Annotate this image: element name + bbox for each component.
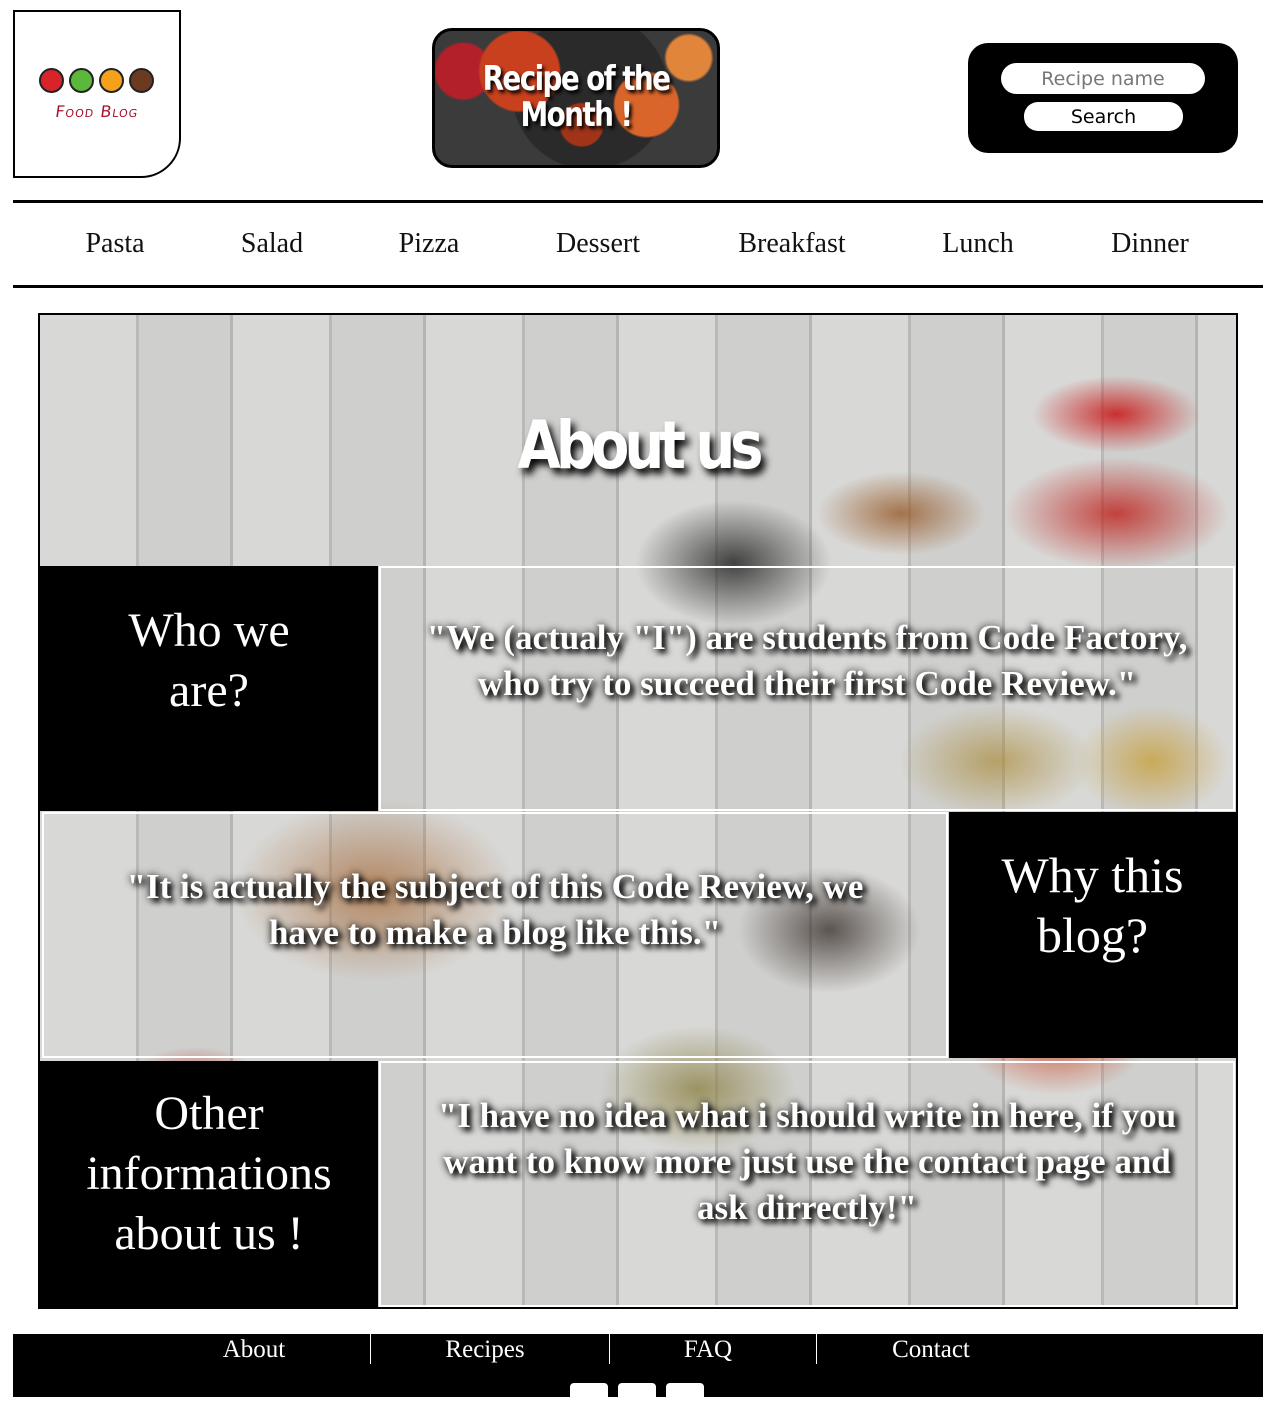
nav-item-salad[interactable]: Salad bbox=[241, 228, 303, 260]
other-info-heading: Other informations about us ! bbox=[40, 1061, 378, 1307]
search-button[interactable]: Search bbox=[1024, 102, 1183, 131]
recipe-of-the-month-title: Recipe of the Month ! bbox=[482, 59, 671, 135]
nav-item-pasta[interactable]: Pasta bbox=[85, 228, 144, 260]
instagram-icon[interactable] bbox=[666, 1383, 704, 1403]
footer-divider bbox=[370, 1334, 371, 1364]
who-we-are-heading: Who we are? bbox=[40, 566, 378, 811]
nav-item-breakfast[interactable]: Breakfast bbox=[738, 228, 845, 260]
recipe-of-the-month-banner[interactable]: Recipe of the Month ! bbox=[432, 28, 720, 168]
about-title: About us bbox=[517, 407, 764, 484]
who-we-are-heading-text: Who we are? bbox=[128, 604, 290, 717]
logo-icons bbox=[39, 68, 154, 93]
logo-brand-text: Food Blog bbox=[54, 102, 140, 121]
category-nav: Pasta Salad Pizza Dessert Breakfast Lunc… bbox=[13, 200, 1263, 288]
chili-icon bbox=[39, 68, 64, 93]
nav-item-lunch[interactable]: Lunch bbox=[942, 228, 1014, 260]
why-this-blog-heading-text: Why this blog? bbox=[1001, 847, 1184, 963]
footer-link-faq[interactable]: FAQ bbox=[648, 1336, 768, 1364]
why-this-blog-heading: Why this blog? bbox=[949, 812, 1236, 1058]
footer-link-contact[interactable]: Contact bbox=[871, 1336, 991, 1364]
twitter-icon[interactable] bbox=[618, 1383, 656, 1403]
why-this-blog-quote-text: "It is actually the subject of this Code… bbox=[126, 867, 864, 952]
other-info-quote-text: "I have no idea what i should write in h… bbox=[437, 1095, 1177, 1227]
other-info-heading-text: Other informations about us ! bbox=[86, 1087, 332, 1260]
footer-link-recipes[interactable]: Recipes bbox=[425, 1336, 545, 1364]
nav-item-dinner[interactable]: Dinner bbox=[1111, 228, 1189, 260]
who-we-are-quote: "We (actualy "I") are students from Code… bbox=[379, 566, 1235, 811]
nav-item-dessert[interactable]: Dessert bbox=[556, 228, 640, 260]
search-box: Search bbox=[968, 43, 1238, 153]
logo[interactable]: Food Blog bbox=[13, 10, 181, 178]
footer: About Recipes FAQ Contact bbox=[13, 1334, 1263, 1403]
why-this-blog-quote: "It is actually the subject of this Code… bbox=[42, 812, 948, 1058]
who-we-are-quote-text: "We (actualy "I") are students from Code… bbox=[426, 618, 1188, 703]
nav-item-pizza[interactable]: Pizza bbox=[399, 228, 460, 260]
broccoli-icon bbox=[69, 68, 94, 93]
search-input[interactable] bbox=[1001, 63, 1205, 94]
about-hero: About us Who we are? "We (actualy "I") a… bbox=[38, 313, 1238, 1309]
facebook-icon[interactable] bbox=[570, 1383, 608, 1403]
footer-divider bbox=[816, 1334, 817, 1364]
footer-divider bbox=[609, 1334, 610, 1364]
other-info-quote: "I have no idea what i should write in h… bbox=[379, 1061, 1235, 1307]
footer-link-about[interactable]: About bbox=[194, 1336, 314, 1364]
cupcake-icon bbox=[129, 68, 154, 93]
orange-icon bbox=[99, 68, 124, 93]
